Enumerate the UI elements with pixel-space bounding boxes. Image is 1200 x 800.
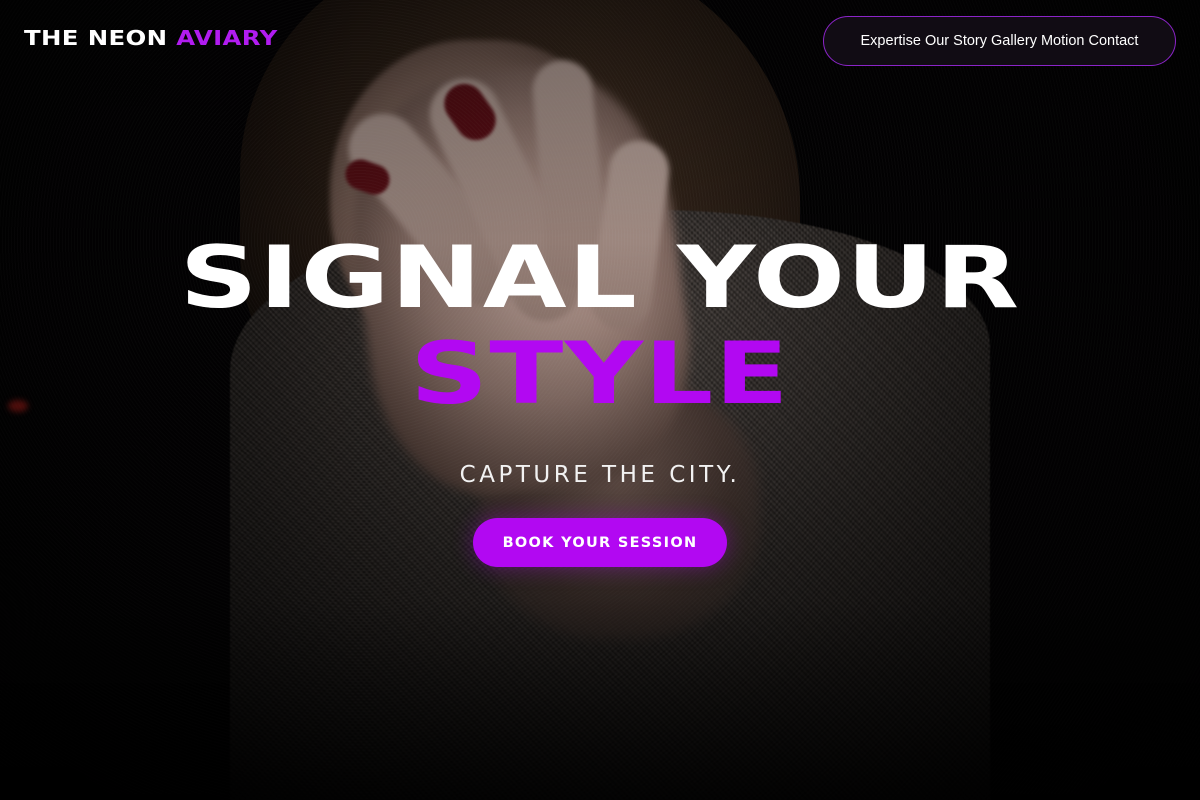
- nav-link-gallery[interactable]: Gallery: [991, 33, 1037, 49]
- hero-headline-line-2: STYLE: [410, 324, 790, 424]
- nav-link-our-story[interactable]: Our Story: [925, 33, 987, 49]
- book-session-button[interactable]: BOOK YOUR SESSION: [473, 518, 727, 567]
- hero-headline-line-1: SIGNAL YOUR: [179, 228, 1021, 328]
- nav-link-expertise[interactable]: Expertise: [861, 33, 921, 49]
- hero-tagline: CAPTURE THE CITY.: [459, 462, 741, 488]
- nav-link-motion[interactable]: Motion: [1041, 33, 1085, 49]
- hero-headline: SIGNAL YOUR STYLE: [0, 230, 1200, 422]
- brand-logo[interactable]: THE NEON AVIARY: [24, 26, 278, 50]
- hero-section: SIGNAL YOUR STYLE CAPTURE THE CITY. BOOK…: [0, 230, 1200, 567]
- brand-name-part1: THE NEON: [24, 26, 168, 50]
- brand-name-part2: AVIARY: [176, 26, 278, 50]
- main-nav: Expertise Our Story Gallery Motion Conta…: [823, 16, 1176, 66]
- nav-link-contact[interactable]: Contact: [1088, 33, 1138, 49]
